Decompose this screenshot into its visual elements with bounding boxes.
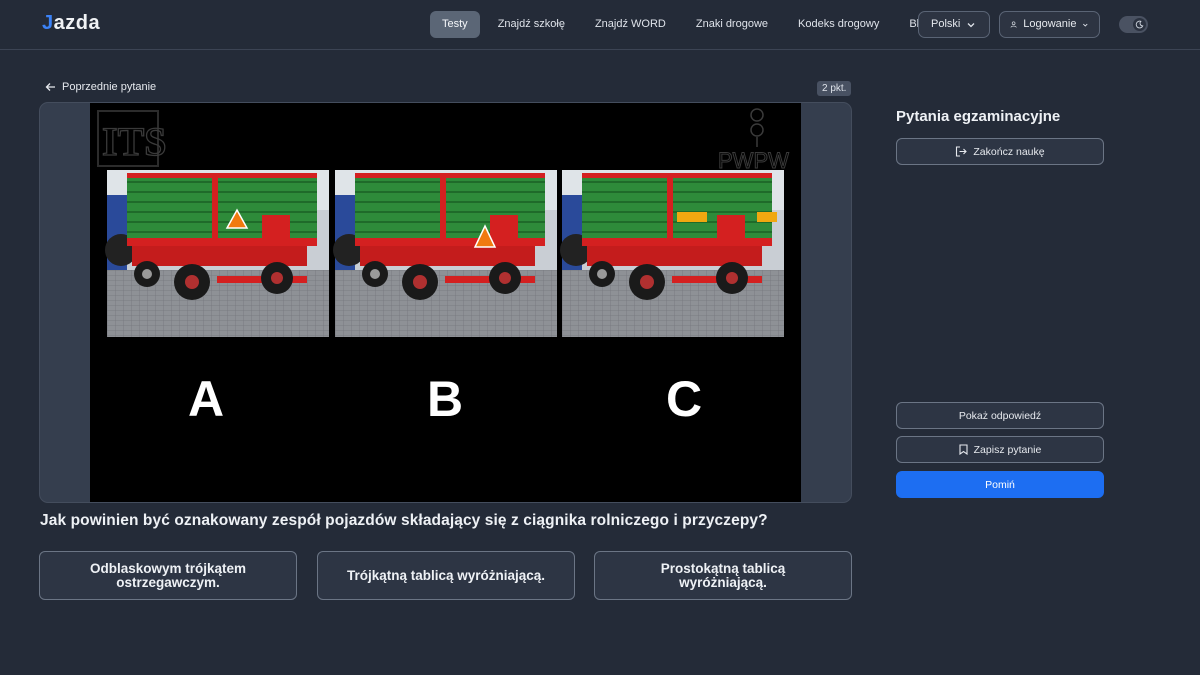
trailer-illustration: ITS PWPW A B C: [97, 108, 790, 427]
chevron-down-icon: [1083, 23, 1088, 27]
language-label: Polski: [931, 18, 961, 30]
theme-toggle[interactable]: [1119, 16, 1148, 33]
nav-znaki-drogowe[interactable]: Znaki drogowe: [681, 11, 783, 38]
photo-c: [559, 169, 785, 338]
save-question-button[interactable]: Zapisz pytanie: [896, 436, 1104, 463]
top-navbar: Jazda Testy Znajdź szkołę Znajdź WORD Zn…: [0, 0, 1200, 50]
photo-b: [332, 169, 558, 338]
question-media: ITS PWPW A B C: [39, 102, 852, 503]
login-label: Logowanie: [1023, 18, 1077, 30]
show-answer-label: Pokaż odpowiedź: [958, 409, 1042, 422]
language-dropdown[interactable]: Polski: [918, 11, 990, 38]
nav-kodeks-drogowy[interactable]: Kodeks drogowy: [783, 11, 894, 38]
answer-option-3[interactable]: Prostokątną tablicą wyróżniającą.: [594, 551, 852, 600]
previous-question-link[interactable]: Poprzednie pytanie: [45, 81, 156, 93]
chevron-down-icon: [967, 22, 975, 27]
logo-mark: J: [42, 12, 54, 34]
previous-question-label: Poprzednie pytanie: [62, 81, 157, 93]
photo-a: [104, 169, 330, 338]
points-badge: 2 pkt.: [817, 81, 852, 96]
pwpw-logo: PWPW: [718, 108, 790, 174]
question-image: ITS PWPW A B C: [90, 103, 801, 502]
nav-testy[interactable]: Testy: [430, 11, 480, 38]
label-b: B: [427, 371, 463, 427]
arrow-left-icon: [45, 83, 55, 91]
label-a: A: [188, 371, 224, 427]
logo[interactable]: Jazda: [42, 12, 100, 35]
main-nav: Testy Znajdź szkołę Znajdź WORD Znaki dr…: [430, 11, 946, 38]
sidebar-title: Pytania egzaminacyjne: [896, 108, 1061, 125]
skip-label: Pomiń: [985, 478, 1015, 491]
user-icon: [1010, 21, 1017, 28]
finish-learning-label: Zakończ naukę: [973, 145, 1045, 158]
show-answer-button[interactable]: Pokaż odpowiedź: [896, 402, 1104, 429]
nav-znajdz-word[interactable]: Znajdź WORD: [580, 11, 681, 38]
bookmark-icon: [959, 444, 968, 455]
logo-text: azda: [53, 12, 101, 34]
moon-icon: [1133, 18, 1146, 31]
svg-text:PWPW: PWPW: [718, 148, 789, 173]
finish-learning-button[interactable]: Zakończ naukę: [896, 138, 1104, 165]
svg-text:ITS: ITS: [102, 119, 167, 164]
answer-option-1[interactable]: Odblaskowym trójkątem ostrzegawczym.: [39, 551, 297, 600]
label-c: C: [666, 371, 702, 427]
save-question-label: Zapisz pytanie: [973, 443, 1042, 456]
logout-icon: [956, 146, 968, 157]
answer-option-2[interactable]: Trójkątną tablicą wyróżniającą.: [317, 551, 575, 600]
nav-znajdz-szkole[interactable]: Znajdź szkołę: [483, 11, 580, 38]
skip-button[interactable]: Pomiń: [896, 471, 1104, 498]
login-dropdown[interactable]: Logowanie: [999, 11, 1100, 38]
its-logo: ITS: [97, 110, 167, 167]
question-text: Jak powinien być oznakowany zespół pojaz…: [40, 512, 768, 529]
